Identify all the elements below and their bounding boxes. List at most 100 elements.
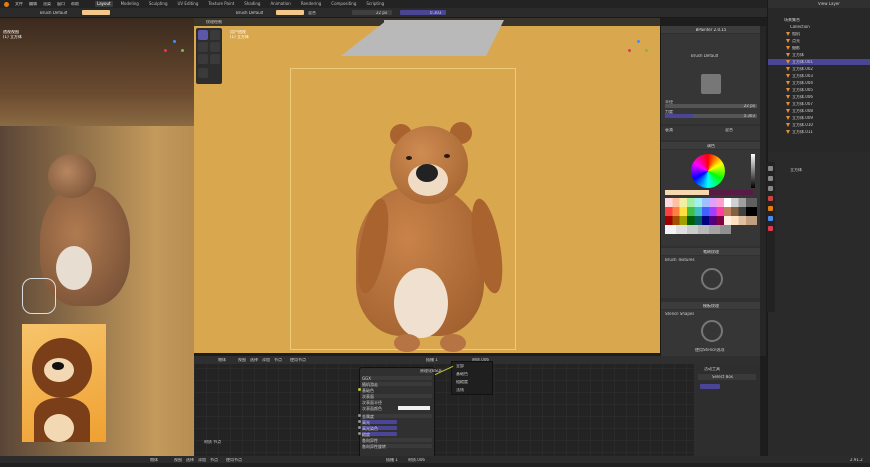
tab-animation[interactable]: Animation [268, 1, 292, 7]
input-socket[interactable] [358, 388, 361, 391]
properties-tabs[interactable] [767, 162, 775, 312]
bottom-view[interactable]: 视图 [174, 458, 182, 462]
primary-color[interactable] [665, 190, 709, 195]
outliner-item-13[interactable]: 立方体.010 [768, 122, 870, 128]
outliner-item-0[interactable]: 相机 [768, 31, 870, 37]
node-menu-view[interactable]: 视图 [238, 358, 246, 362]
input-socket[interactable] [358, 414, 361, 417]
brush-thumbnail[interactable] [701, 74, 721, 94]
dropdown-option-roughness[interactable]: 粗糙度 [456, 380, 468, 384]
left-brush-name[interactable]: Brush Default [40, 11, 67, 15]
smear-brush-tool[interactable] [198, 42, 208, 52]
bottom-node[interactable]: 节点 [210, 458, 218, 462]
clone-brush-tool[interactable] [210, 42, 220, 52]
mask-brush-tool[interactable] [210, 54, 220, 64]
menu-file[interactable]: 文件 [15, 2, 23, 6]
brush-name[interactable]: Brush Default [691, 54, 718, 58]
material-slot[interactable]: 插槽 1 [426, 358, 438, 362]
bottom-use-nodes[interactable]: 使用节点 [226, 458, 242, 462]
palette-header[interactable]: 调色 [661, 142, 761, 149]
shader-node-editor[interactable]: 物体 视图 选择 添加 节点 使用节点 插槽 1 材质.006 原理化BSDF … [194, 356, 760, 463]
outliner-item-4[interactable]: 立方体.001 [768, 59, 870, 65]
bottom-slot[interactable]: 插槽 1 [386, 458, 398, 462]
subsurface-color-swatch[interactable] [398, 406, 430, 410]
subsurface-method-select[interactable]: 随机游走 [362, 382, 432, 387]
tab-layout[interactable]: Layout [95, 1, 113, 7]
material-tab-icon[interactable] [768, 226, 773, 231]
bottom-add[interactable]: 添加 [198, 458, 206, 462]
left-color-swatch[interactable] [82, 10, 110, 15]
menu-edit[interactable]: 编辑 [29, 2, 37, 6]
use-nodes-toggle[interactable]: 使用节点 [290, 358, 306, 362]
navigation-gizmo[interactable] [164, 40, 184, 60]
stencil-shapes-selector[interactable]: Stencil Shapes [665, 312, 694, 316]
outliner-item-9[interactable]: 立方体.006 [768, 94, 870, 100]
menu-render[interactable]: 渲染 [43, 2, 51, 6]
modifier-tab-icon[interactable] [768, 216, 773, 221]
outliner-item-10[interactable]: 立方体.007 [768, 101, 870, 107]
outliner-item-8[interactable]: 立方体.005 [768, 87, 870, 93]
field-specular-tint[interactable]: 高光染色 [362, 426, 397, 431]
outliner-item-2[interactable]: 摄影 [768, 45, 870, 51]
field-anisotropic-rotation[interactable]: 各向异性旋转 [362, 444, 432, 449]
strength-field[interactable]: 0.303 [400, 10, 446, 15]
collection-row[interactable]: Collection [768, 24, 870, 30]
field-subsurface-radius[interactable]: 次表面半径 [362, 400, 432, 405]
input-socket[interactable] [358, 432, 361, 435]
tab-uv-editing[interactable]: UV Editing [176, 1, 201, 7]
view-layer-label[interactable]: View Layer [818, 2, 840, 6]
outliner-item-12[interactable]: 立方体.009 [768, 115, 870, 121]
render-tab-icon[interactable] [768, 166, 773, 171]
outliner-item-6[interactable]: 立方体.003 [768, 73, 870, 79]
soften-brush-tool[interactable] [210, 30, 220, 40]
scene-tab-icon[interactable] [768, 186, 773, 191]
world-tab-icon[interactable] [768, 196, 773, 201]
viewport-navigation-gizmo[interactable] [628, 40, 648, 60]
tab-compositing[interactable]: Compositing [329, 1, 358, 7]
distribution-select[interactable]: GGX [362, 376, 432, 381]
radius-slider[interactable]: 22 px [665, 104, 757, 108]
outliner-item-1[interactable]: 点光 [768, 38, 870, 44]
secondary-color[interactable] [709, 190, 753, 195]
left-upper-view[interactable]: 透视视图 (1) 立方体 [0, 18, 194, 126]
menu-help[interactable]: 帮助 [71, 2, 79, 6]
field-roughness[interactable]: 糙度 [362, 432, 397, 437]
color-wheel[interactable] [691, 154, 725, 188]
menu-window[interactable]: 窗口 [57, 2, 65, 6]
tab-shading[interactable]: Shading [242, 1, 262, 7]
select-mode-buttons[interactable] [700, 384, 720, 389]
stencil-header[interactable]: 模板纹理 [661, 302, 761, 309]
bottom-mode[interactable]: 物体 [150, 458, 158, 462]
field-specular[interactable]: 高光 [362, 420, 397, 425]
tab-modeling[interactable]: Modeling [119, 1, 141, 7]
node-menu-add[interactable]: 添加 [262, 358, 270, 362]
draw-brush-tool[interactable] [198, 30, 208, 40]
node-menu-node[interactable]: 节点 [274, 358, 282, 362]
dropdown-option-all[interactable]: 全部 [456, 364, 464, 368]
outliner-item-3[interactable]: 立方体 [768, 52, 870, 58]
palette-swatches[interactable] [665, 198, 757, 242]
field-anisotropic[interactable]: 各向异性 [362, 438, 432, 443]
select-box-tool[interactable]: Select Box [698, 374, 756, 380]
dropdown-option-normal[interactable]: 法线 [456, 388, 464, 392]
object-tab-icon[interactable] [768, 206, 773, 211]
sidebar-tabs[interactable] [760, 26, 766, 356]
main-color-swatch[interactable] [276, 10, 304, 15]
channel-dropdown[interactable]: 全部 基础色 粗糙度 法线 [452, 362, 492, 394]
field-metallic[interactable]: 金属度 [362, 414, 432, 419]
left-lower-view[interactable] [0, 126, 194, 463]
outliner-item-7[interactable]: 立方体.004 [768, 80, 870, 86]
tab-scripting[interactable]: Scripting [364, 1, 386, 7]
brush-textures-selector[interactable]: Brush Textures [665, 258, 695, 262]
viewport-mode[interactable]: 纹理绘制 [206, 20, 222, 24]
outliner-item-14[interactable]: 立方体.011 [768, 129, 870, 135]
main-brush-name[interactable]: Brush Default [236, 11, 263, 15]
outliner-item-5[interactable]: 立方体.002 [768, 66, 870, 72]
node-object-menu[interactable]: 物体 [218, 358, 226, 362]
blender-logo-icon[interactable] [4, 1, 9, 7]
blend-mode[interactable]: 混合 [308, 11, 316, 15]
output-tab-icon[interactable] [768, 176, 773, 181]
fill-brush-tool[interactable] [198, 54, 208, 64]
node-menu-select[interactable]: 选择 [250, 358, 258, 362]
field-subsurface[interactable]: 次表面 [362, 394, 432, 399]
